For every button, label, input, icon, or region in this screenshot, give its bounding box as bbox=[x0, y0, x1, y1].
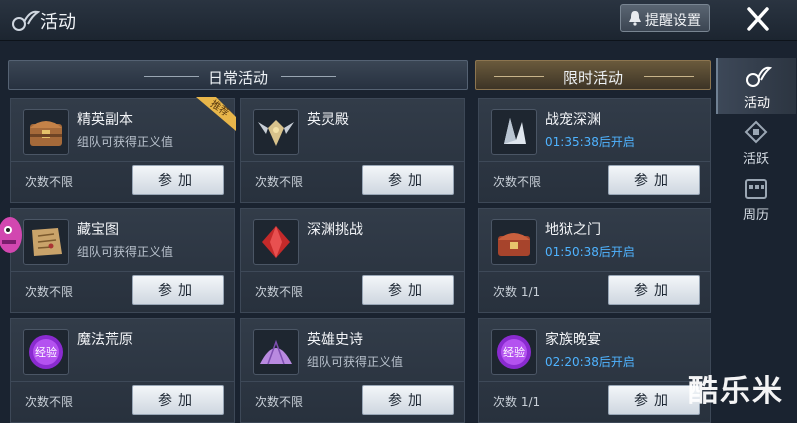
red-crystal-icon bbox=[253, 219, 299, 265]
attempt-count: 次数不限 bbox=[493, 175, 542, 189]
card-divider bbox=[11, 161, 234, 162]
reminder-settings-label: 提醒设置 bbox=[645, 13, 701, 29]
floating-pet-icon[interactable] bbox=[0, 214, 24, 256]
card-divider bbox=[479, 381, 710, 382]
countdown-timer: 01:35:38后开启 bbox=[545, 135, 635, 149]
card-divider bbox=[241, 381, 464, 382]
watermark: 酷乐米 bbox=[688, 374, 784, 409]
daily-section-title: 日常活动 bbox=[207, 69, 268, 87]
side-tab-weekly-calendar[interactable]: 周历 bbox=[716, 170, 796, 226]
purple-orb-icon-text: 经验 bbox=[503, 345, 525, 359]
countdown-timer: 01:50:38后开启 bbox=[545, 245, 635, 259]
treasure-chest-icon bbox=[23, 109, 69, 155]
calendar-icon bbox=[745, 179, 767, 199]
reminder-settings-button[interactable]: 提醒设置 bbox=[620, 4, 710, 32]
activity-name: 魔法荒原 bbox=[77, 332, 133, 348]
bell-icon bbox=[629, 11, 641, 26]
activity-name: 战宠深渊 bbox=[545, 112, 601, 128]
header-ornament-right bbox=[644, 76, 694, 77]
winged-emblem-icon bbox=[253, 109, 299, 155]
activity-name: 藏宝图 bbox=[77, 222, 119, 238]
join-button[interactable]: 参加 bbox=[608, 165, 700, 195]
join-button[interactable]: 参加 bbox=[608, 275, 700, 305]
page-title: 活动 bbox=[40, 12, 76, 33]
activity-card-hero-epic[interactable]: 英雄史诗 组队可获得正义值 次数不限 参加 bbox=[240, 318, 465, 423]
attempt-count: 次数不限 bbox=[25, 395, 74, 409]
white-crystal-icon bbox=[491, 109, 537, 155]
activity-name: 地狱之门 bbox=[545, 222, 601, 238]
card-divider bbox=[241, 271, 464, 272]
side-tab-label: 活跃 bbox=[742, 152, 769, 167]
side-tab-label: 活动 bbox=[743, 96, 770, 111]
join-button[interactable]: 参加 bbox=[608, 385, 700, 415]
activity-logo-icon bbox=[12, 10, 40, 31]
card-divider bbox=[11, 271, 234, 272]
attempt-count: 次数不限 bbox=[255, 395, 304, 409]
purple-orb-icon: 经验 bbox=[491, 329, 537, 375]
activity-name: 英灵殿 bbox=[307, 112, 349, 128]
attempt-count: 次数不限 bbox=[25, 285, 74, 299]
card-divider bbox=[11, 381, 234, 382]
limited-section-title: 限时活动 bbox=[562, 69, 623, 87]
activity-desc: 组队可获得正义值 bbox=[77, 135, 174, 149]
activity-desc: 组队可获得正义值 bbox=[77, 245, 174, 259]
close-icon[interactable] bbox=[742, 4, 774, 34]
join-button[interactable]: 参加 bbox=[132, 385, 224, 415]
activity-card-elite-dungeon[interactable]: 精英副本 组队可获得正义值 次数不限 参加 推荐 bbox=[10, 97, 236, 203]
attempt-count: 次数 1/1 bbox=[493, 395, 541, 409]
attempt-count: 次数不限 bbox=[25, 175, 74, 189]
side-tab-active-points[interactable]: 活跃 bbox=[716, 114, 796, 170]
join-button[interactable]: 参加 bbox=[362, 275, 454, 305]
activity-name: 英雄史诗 bbox=[307, 332, 363, 348]
card-divider bbox=[241, 161, 464, 162]
activity-name: 家族晚宴 bbox=[545, 332, 601, 348]
side-tab-activity[interactable]: 活动 bbox=[716, 58, 796, 114]
activity-name: 精英副本 bbox=[77, 112, 133, 128]
join-button[interactable]: 参加 bbox=[362, 385, 454, 415]
activity-card-valhalla[interactable]: 英灵殿 次数不限 参加 bbox=[240, 98, 465, 203]
join-button[interactable]: 参加 bbox=[132, 165, 224, 195]
red-chest-icon bbox=[491, 219, 537, 265]
side-tab-label: 周历 bbox=[742, 208, 769, 223]
diamond-icon bbox=[744, 120, 768, 144]
activity-icon bbox=[746, 66, 772, 87]
limited-section-header: 限时活动 bbox=[475, 60, 711, 90]
join-button[interactable]: 参加 bbox=[132, 275, 224, 305]
daily-section-header: 日常活动 bbox=[8, 60, 468, 90]
header-ornament-right bbox=[281, 76, 336, 77]
purple-shell-icon bbox=[253, 329, 299, 375]
activity-card-treasure-map[interactable]: 藏宝图 组队可获得正义值 次数不限 参加 bbox=[10, 208, 235, 313]
activity-card-hell-gate[interactable]: 地狱之门 01:50:38后开启 次数 1/1 参加 bbox=[478, 208, 711, 313]
countdown-timer: 02:20:38后开启 bbox=[545, 355, 635, 369]
top-bar: 活动 提醒设置 bbox=[0, 0, 797, 41]
card-divider bbox=[479, 271, 710, 272]
treasure-map-icon bbox=[23, 219, 69, 265]
attempt-count: 次数 1/1 bbox=[493, 285, 541, 299]
purple-orb-icon-text: 经验 bbox=[35, 345, 57, 359]
join-button[interactable]: 参加 bbox=[362, 165, 454, 195]
activity-name: 深渊挑战 bbox=[307, 222, 363, 238]
activity-card-pet-abyss[interactable]: 战宠深渊 01:35:38后开启 次数不限 参加 bbox=[478, 98, 711, 203]
recommend-badge: 推荐 bbox=[196, 97, 236, 131]
attempt-count: 次数不限 bbox=[255, 285, 304, 299]
activity-card-family-banquet[interactable]: 经验 家族晚宴 02:20:38后开启 次数 1/1 参加 bbox=[478, 318, 711, 423]
purple-orb-icon: 经验 bbox=[23, 329, 69, 375]
activity-card-magic-wasteland[interactable]: 经验 魔法荒原 次数不限 参加 bbox=[10, 318, 235, 423]
activity-card-abyss-challenge[interactable]: 深渊挑战 次数不限 参加 bbox=[240, 208, 465, 313]
attempt-count: 次数不限 bbox=[255, 175, 304, 189]
card-divider bbox=[479, 161, 710, 162]
activity-desc: 组队可获得正义值 bbox=[307, 355, 404, 369]
